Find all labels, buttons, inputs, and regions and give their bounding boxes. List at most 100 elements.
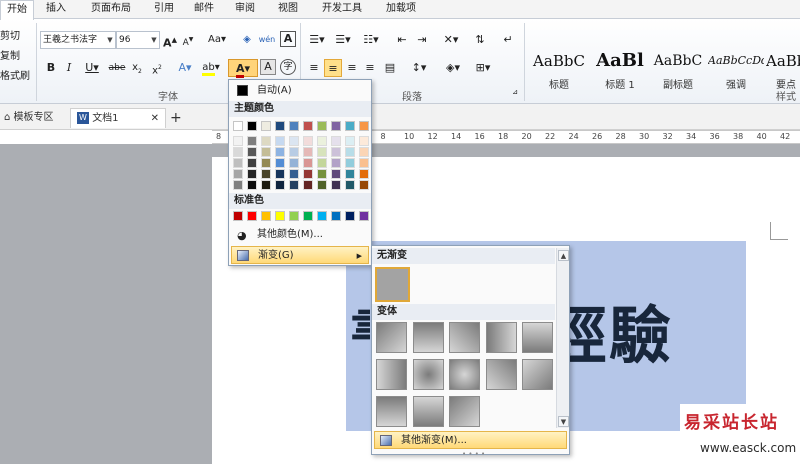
gradient-variant-tile[interactable]: [522, 359, 553, 390]
theme-shade-swatch[interactable]: [289, 147, 299, 157]
style-tile[interactable]: AaBbC 标题: [530, 43, 588, 93]
font-color-button[interactable]: A▾: [228, 59, 258, 78]
theme-shade-swatch[interactable]: [359, 136, 369, 146]
scroll-up-icon[interactable]: ▲: [558, 250, 569, 261]
menu-tab[interactable]: 审阅: [226, 0, 264, 19]
chinese-layout-icon[interactable]: ✕▾: [440, 31, 462, 49]
theme-shade-swatch[interactable]: [331, 147, 341, 157]
phonetic-guide-icon[interactable]: wén: [258, 31, 276, 49]
template-zone-tab[interactable]: ⌂ 模板专区: [4, 108, 54, 128]
paragraph-dialog-launcher-icon[interactable]: ⊿: [510, 87, 520, 97]
theme-shade-swatch[interactable]: [233, 169, 243, 179]
theme-shade-swatch[interactable]: [247, 180, 257, 190]
theme-shade-swatch[interactable]: [261, 169, 271, 179]
menu-tab[interactable]: 插入: [36, 0, 76, 19]
format-painter-button[interactable]: 格式刷: [0, 67, 30, 82]
align-left-icon[interactable]: ≡: [306, 59, 322, 77]
theme-shade-swatch[interactable]: [261, 180, 271, 190]
style-tile[interactable]: AaBbC 副标题: [650, 43, 706, 93]
standard-color-swatch[interactable]: [247, 211, 257, 221]
theme-color-swatch[interactable]: [247, 121, 257, 131]
theme-color-swatch[interactable]: [331, 121, 341, 131]
theme-color-swatch[interactable]: [317, 121, 327, 131]
gradient-variant-tile[interactable]: [376, 359, 407, 390]
borders-icon[interactable]: ⊞▾: [472, 59, 494, 77]
theme-shade-swatch[interactable]: [261, 147, 271, 157]
theme-shade-swatch[interactable]: [275, 147, 285, 157]
numbering-icon[interactable]: ☰▾: [332, 31, 354, 49]
gradient-variant-tile[interactable]: [412, 396, 444, 427]
gradient-variant-tile[interactable]: [449, 359, 480, 390]
menu-tab[interactable]: 开始: [0, 0, 34, 20]
bold-icon[interactable]: B: [44, 59, 58, 77]
bullets-icon[interactable]: ☰▾: [306, 31, 328, 49]
standard-color-swatch[interactable]: [359, 211, 369, 221]
theme-shade-swatch[interactable]: [345, 136, 355, 146]
gradient-item[interactable]: 渐变(G) ▶: [231, 246, 369, 264]
line-spacing-icon[interactable]: ↕▾: [408, 59, 430, 77]
menu-tab[interactable]: 引用: [146, 0, 182, 19]
theme-shade-swatch[interactable]: [289, 158, 299, 168]
gradient-variant-tile[interactable]: [376, 322, 407, 353]
theme-shade-swatch[interactable]: [275, 158, 285, 168]
font-size-combo[interactable]: 96 ▼: [116, 31, 160, 49]
style-tile[interactable]: AaBbCcDd 强调: [708, 43, 764, 93]
subscript-icon[interactable]: x2: [130, 59, 144, 77]
theme-color-swatch[interactable]: [345, 121, 355, 131]
gradient-variant-tile[interactable]: [485, 322, 517, 353]
theme-shade-swatch[interactable]: [345, 147, 355, 157]
theme-shade-swatch[interactable]: [275, 169, 285, 179]
gradient-variant-tile[interactable]: [449, 396, 480, 427]
theme-shade-swatch[interactable]: [233, 180, 243, 190]
theme-shade-swatch[interactable]: [303, 136, 313, 146]
menu-tab[interactable]: 视图: [268, 0, 308, 19]
theme-shade-swatch[interactable]: [289, 136, 299, 146]
theme-shade-swatch[interactable]: [331, 136, 341, 146]
char-border-icon[interactable]: A: [280, 31, 296, 47]
no-gradient-tile[interactable]: [375, 267, 410, 302]
theme-shade-swatch[interactable]: [303, 169, 313, 179]
distributed-icon[interactable]: ▤: [382, 59, 398, 77]
theme-color-swatch[interactable]: [275, 121, 285, 131]
theme-shade-swatch[interactable]: [303, 147, 313, 157]
add-tab-button[interactable]: +: [170, 108, 182, 128]
standard-color-swatch[interactable]: [275, 211, 285, 221]
gradient-variant-tile[interactable]: [412, 359, 444, 390]
superscript-icon[interactable]: x2: [150, 59, 164, 77]
theme-color-swatch[interactable]: [233, 121, 243, 131]
standard-color-swatch[interactable]: [345, 211, 355, 221]
theme-shade-swatch[interactable]: [247, 169, 257, 179]
theme-shade-swatch[interactable]: [331, 169, 341, 179]
gradient-scrollbar[interactable]: [556, 248, 569, 428]
theme-shade-swatch[interactable]: [303, 158, 313, 168]
chevron-down-icon[interactable]: ▼: [149, 32, 159, 48]
theme-shade-swatch[interactable]: [303, 180, 313, 190]
theme-shade-swatch[interactable]: [331, 158, 341, 168]
theme-shade-swatch[interactable]: [261, 158, 271, 168]
resize-grip-icon[interactable]: • • • •: [462, 450, 485, 458]
style-tile[interactable]: AaBl 标题 1: [592, 43, 648, 93]
align-right-icon[interactable]: ≡: [344, 59, 360, 77]
style-tile[interactable]: AaBbC 要点: [766, 43, 800, 93]
theme-shade-swatch[interactable]: [331, 180, 341, 190]
theme-shade-swatch[interactable]: [345, 158, 355, 168]
shrink-font-icon[interactable]: A▼: [180, 31, 196, 49]
more-gradients-item[interactable]: 其他渐变(M)...: [374, 431, 567, 449]
theme-shade-swatch[interactable]: [233, 158, 243, 168]
menu-tab[interactable]: 邮件: [186, 0, 222, 19]
theme-shade-swatch[interactable]: [359, 180, 369, 190]
theme-shade-swatch[interactable]: [359, 158, 369, 168]
theme-shade-swatch[interactable]: [289, 169, 299, 179]
theme-shade-swatch[interactable]: [317, 180, 327, 190]
theme-shade-swatch[interactable]: [345, 169, 355, 179]
highlight-icon[interactable]: ab▾: [200, 59, 222, 77]
enclose-char-icon[interactable]: 字: [280, 59, 296, 75]
gradient-variant-tile[interactable]: [485, 359, 517, 390]
show-marks-icon[interactable]: ↵: [500, 31, 516, 49]
theme-shade-swatch[interactable]: [317, 158, 327, 168]
font-name-combo[interactable]: 王羲之书法字 ▼: [40, 31, 116, 49]
more-colors-item[interactable]: ◕ 其他颜色(M)...: [231, 226, 369, 244]
shading-icon[interactable]: ◈▾: [442, 59, 464, 77]
theme-shade-swatch[interactable]: [359, 147, 369, 157]
chevron-down-icon[interactable]: ▼: [105, 32, 115, 48]
